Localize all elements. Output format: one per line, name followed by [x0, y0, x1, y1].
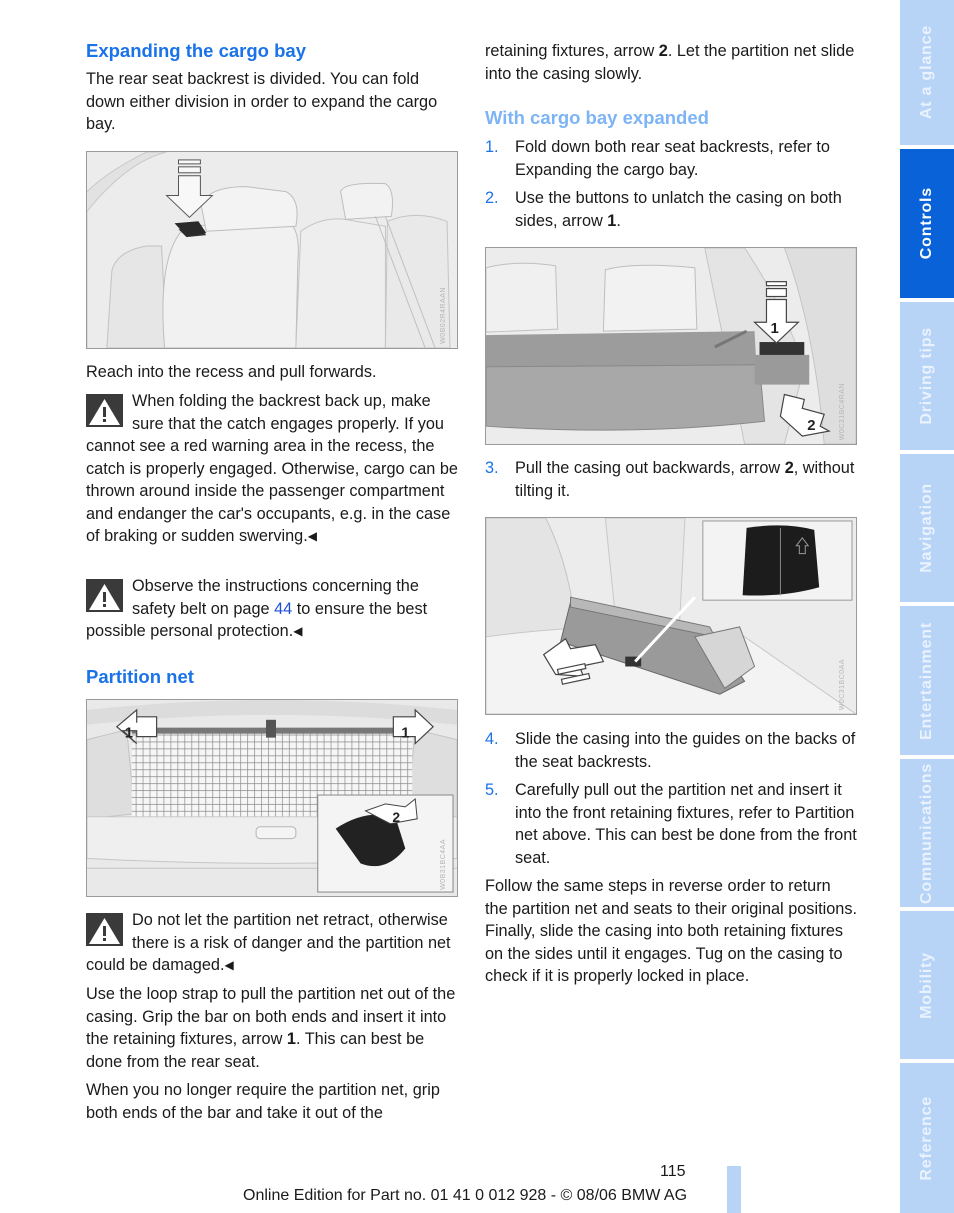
follow-reverse-paragraph: Follow the same steps in reverse order t…: [485, 877, 857, 985]
edition-footer: Online Edition for Part no. 01 41 0 012 …: [243, 1187, 688, 1204]
tab-label: Driving tips: [917, 327, 935, 425]
unlatch-casing-illustration: 1 2: [486, 248, 856, 444]
step-item: 5. Carefully pull out the partition net a…: [485, 779, 857, 869]
arrow-number: 1: [286, 1030, 296, 1048]
step-text: Pull the casing out backwards, arrow: [515, 459, 785, 477]
end-mark-icon: ◀: [293, 624, 303, 638]
tab-at-a-glance[interactable]: At a glance: [900, 0, 954, 145]
arrow-number: 2: [658, 42, 668, 60]
end-mark-icon: ◀: [307, 529, 317, 543]
tab-label: At a glance: [917, 25, 935, 120]
arrow-label: 2: [807, 418, 815, 434]
warning-safety-belt: Observe the instructions concerning the …: [86, 575, 458, 644]
step-item: 3. Pull the casing out backwards, arrow 2…: [485, 457, 857, 502]
tab-label: Communications: [917, 762, 935, 904]
page-number: 115: [660, 1163, 686, 1180]
intro-paragraph: The rear seat backrest is divided. You c…: [86, 70, 438, 133]
figure-pull-casing: W0C31BC0AA: [485, 517, 857, 715]
heading-expanding-cargo-bay: Expanding the cargo bay: [86, 40, 306, 61]
steps-list-a: 1. Fold down both rear seat backrests, re…: [485, 136, 857, 232]
tab-communications[interactable]: Communications: [900, 759, 954, 907]
tab-label: Controls: [917, 187, 935, 260]
arrow-label: 1: [770, 321, 778, 337]
figure-partition-net: 1 1 2 W0B31BC4AA: [86, 699, 458, 897]
warning-backrest-catch: When folding the backrest back up, make …: [86, 390, 458, 549]
arrow-number: 1: [607, 211, 617, 230]
step-item: 1. Fold down both rear seat backrests, re…: [485, 136, 857, 181]
step-text-after: .: [616, 211, 621, 230]
figure-code: W0C31BC4RAN: [838, 382, 846, 440]
step-number: 3.: [485, 459, 499, 477]
page-44-link[interactable]: 44: [274, 600, 292, 618]
arrow-label: 2: [392, 809, 400, 825]
tab-driving-tips[interactable]: Driving tips: [900, 302, 954, 450]
backrest-illustration: [87, 152, 457, 348]
tab-label: Reference: [917, 1095, 935, 1181]
step-number: 1.: [485, 138, 499, 156]
arrow-label: 1: [401, 726, 409, 742]
step-text: Slide the casing into the guides on the …: [515, 730, 856, 771]
figure-code: W0B31BC4AA: [439, 839, 447, 890]
tab-label: Navigation: [917, 483, 935, 573]
partition-net-illustration: 1 1 2: [87, 700, 457, 896]
chapter-tabs: At a glance Controls Driving tips Naviga…: [900, 0, 954, 1213]
warning-triangle-icon: [86, 579, 123, 612]
tab-entertainment[interactable]: Entertainment: [900, 606, 954, 755]
step-item: 2. Use the buttons to unlatch the casing …: [485, 187, 857, 232]
tab-controls[interactable]: Controls: [900, 149, 954, 298]
step-number: 2.: [485, 189, 499, 207]
figure-backrest-release: W0B02R4RAAN: [86, 151, 458, 349]
figure-unlatch-casing: 1 2 W0C31BC4RAN: [485, 247, 857, 445]
figure-code: W0C31BC0AA: [838, 658, 846, 710]
tab-reference[interactable]: Reference: [900, 1063, 954, 1213]
warning-triangle-icon: [86, 394, 123, 427]
arrow-label: 1: [125, 726, 133, 742]
tab-label: Mobility: [917, 951, 935, 1019]
heading-partition-net: Partition net: [86, 666, 194, 687]
figure-code: W0B02R4RAAN: [439, 287, 447, 344]
warning-text: Do not let the partition net retract, ot…: [86, 911, 451, 974]
warning-text: When folding the backrest back up, make …: [86, 392, 458, 545]
tab-navigation[interactable]: Navigation: [900, 454, 954, 602]
step-number: 4.: [485, 730, 499, 748]
pull-casing-illustration: [486, 518, 856, 714]
step-item: 4. Slide the casing into the guides on th…: [485, 728, 857, 773]
continuation-paragraph: retaining fixtures, arrow 2. Let the par…: [485, 40, 857, 85]
page-marker-bar: [727, 1166, 741, 1213]
no-longer-paragraph: When you no longer require the partition…: [86, 1081, 440, 1122]
step-number: 5.: [485, 781, 499, 799]
step-text: Use the buttons to unlatch the casing on…: [515, 189, 842, 230]
end-mark-icon: ◀: [224, 958, 234, 972]
tab-label: Entertainment: [917, 621, 935, 740]
steps-list-b: 3. Pull the casing out backwards, arrow 2…: [485, 457, 857, 502]
loop-strap-paragraph: Use the loop strap to pull the partition…: [86, 983, 458, 1073]
arrow-number: 2: [784, 459, 794, 477]
tab-mobility[interactable]: Mobility: [900, 911, 954, 1059]
reach-instruction: Reach into the recess and pull forwards.: [86, 363, 377, 381]
heading-cargo-bay-expanded: With cargo bay expanded: [485, 107, 709, 128]
steps-list-c: 4. Slide the casing into the guides on th…: [485, 728, 857, 869]
warning-triangle-icon: [86, 913, 123, 946]
step-text: Carefully pull out the partition net and…: [515, 781, 857, 867]
warning-partition-retract: Do not let the partition net retract, ot…: [86, 909, 458, 978]
step-text: Fold down both rear seat backrests, refe…: [515, 138, 830, 179]
cont-text: retaining fixtures, arrow: [485, 42, 659, 60]
